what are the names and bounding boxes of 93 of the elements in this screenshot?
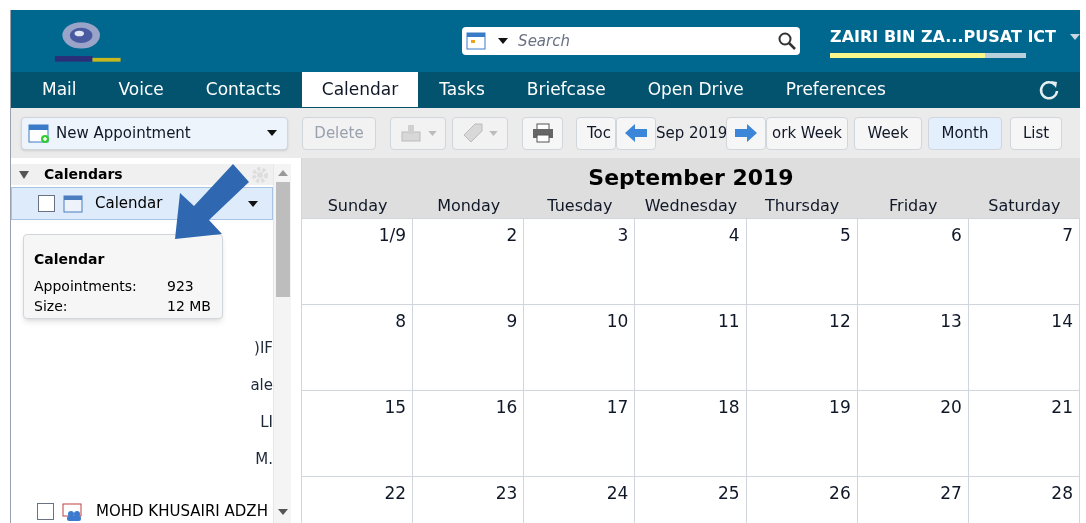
tooltip-label: Appointments: [34,276,138,296]
calendar-icon [466,32,487,50]
user-name[interactable]: ZAIRI BIN ZA...PUSAT ICT [830,24,1056,49]
day-cell[interactable]: 8 [302,305,414,391]
day-cell[interactable]: 9 [413,305,525,391]
nav-tab[interactable]: Tasks [418,72,506,107]
printer-icon [531,123,554,143]
day-cell[interactable]: 22 [302,477,414,523]
date-label: Sep 2019 [656,122,726,144]
weekday-label: Sunday [327,195,388,217]
day-cell[interactable]: 14 [968,305,1080,391]
new-appointment-button[interactable]: New Appointment [21,116,288,150]
day-cell[interactable]: 15 [302,391,414,477]
day-cell[interactable]: 21 [968,391,1080,477]
calendar-name: M. [255,449,273,471]
previous-button[interactable] [616,116,656,150]
caret-icon[interactable] [498,38,509,44]
scroll-thumb[interactable] [275,182,290,297]
weekday-label: Friday [889,195,938,217]
day-cell[interactable]: 17 [524,391,636,477]
day-cell[interactable]: 25 [635,477,747,523]
nav-tab[interactable]: Preferences [764,72,907,107]
day-cell[interactable]: 27 [857,477,969,523]
calendar-name: MOHD KHUSAIRI ADZH [96,501,268,523]
sidebar-header[interactable]: Calendars [11,164,273,185]
weekday-label: Saturday [988,195,1061,217]
weekday-label: Thursday [764,195,840,217]
collapse-icon[interactable] [19,169,29,180]
day-cell[interactable]: 19 [746,391,858,477]
day-cell[interactable]: 4 [635,219,747,305]
checkbox[interactable] [37,503,54,520]
day-cell[interactable]: 10 [524,305,636,391]
day-cell[interactable]: 1/9 [302,219,414,305]
caret-icon [267,130,277,136]
calendar-name: ale [250,375,273,397]
calendar-name: )IF [254,338,273,360]
day-cell[interactable]: 13 [857,305,969,391]
search-input: Search [518,29,779,53]
calendar-icon [63,194,83,213]
nav-tab[interactable]: Contacts [184,72,302,107]
month-title: September 2019 [587,164,795,192]
weekday-label: Wednesday [644,195,738,217]
day-cell[interactable]: 5 [746,219,858,305]
calendar-add-icon [28,122,50,144]
day-cell[interactable]: 28 [968,477,1080,523]
print-button[interactable] [522,116,563,150]
tag-icon [462,123,483,143]
tooltip-value: 12 MB [167,296,211,316]
nav-tab[interactable]: Mail [21,72,98,107]
tray-icon [399,123,422,143]
next-button[interactable] [726,116,766,150]
left-arrow-icon [624,123,648,143]
checkbox[interactable] [38,195,55,212]
nav-tab[interactable]: Calendar [301,72,419,107]
day-cell[interactable]: 16 [413,391,525,477]
caret-icon [427,130,437,136]
calendar-name: Calendar [95,193,163,215]
caret-icon[interactable] [248,200,258,207]
day-cell[interactable]: 3 [524,219,636,305]
day-cell[interactable]: 6 [857,219,969,305]
search-field[interactable]: Search [462,27,801,55]
search-icon[interactable] [778,32,797,50]
day-cell[interactable]: 11 [635,305,747,391]
view-button[interactable]: Month [928,116,1002,150]
day-cell[interactable]: 12 [746,305,858,391]
nav-tab[interactable]: Briefcase [505,72,627,107]
scroll-up-icon[interactable] [277,170,288,176]
shared-calendar-icon [62,502,84,521]
scroll-down-icon[interactable] [277,509,288,515]
nav-tab[interactable]: Open Drive [626,72,765,107]
caret-icon [488,130,498,136]
weekday-label: Monday [437,195,501,217]
view-button[interactable]: Week [854,116,922,150]
day-cell[interactable]: 2 [413,219,525,305]
refresh-icon[interactable] [1038,79,1060,101]
weekday-label: Tuesday [547,195,613,217]
day-cell[interactable]: 18 [635,391,747,477]
right-arrow-icon [734,123,758,143]
view-button[interactable]: List [1010,116,1062,150]
section-heading: Calendars [44,165,123,184]
nav-tab[interactable]: Voice [97,72,185,107]
tooltip-value: 923 [167,276,194,296]
tooltip-title: Calendar [34,250,106,269]
view-button[interactable]: ork Week [766,116,848,150]
tooltip-label: Size: [34,296,69,316]
day-cell[interactable]: 7 [968,219,1080,305]
scrollbar[interactable] [273,164,291,523]
day-cell[interactable]: 26 [746,477,858,523]
day-cell[interactable]: 23 [413,477,525,523]
calendar-name: LI [260,412,273,434]
day-cell[interactable]: 20 [857,391,969,477]
view-button[interactable]: Toc [576,116,616,150]
day-cell[interactable]: 24 [524,477,636,523]
